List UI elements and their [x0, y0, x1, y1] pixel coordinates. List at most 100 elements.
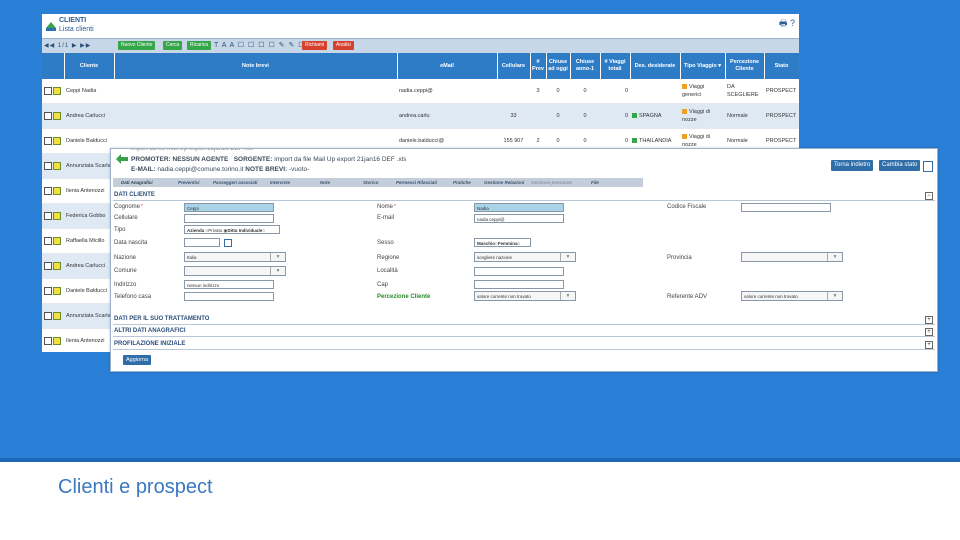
- row-actions[interactable]: [42, 203, 64, 229]
- data-nascita-field[interactable]: [184, 238, 220, 247]
- column-header[interactable]: Note brevi: [114, 53, 398, 79]
- edit-icon[interactable]: [44, 262, 52, 270]
- column-header[interactable]: eMail: [397, 53, 498, 79]
- client-name[interactable]: Andrea Carlucci: [64, 253, 114, 279]
- telefono-casa-field[interactable]: [184, 292, 274, 301]
- column-header[interactable]: # Prev: [530, 53, 547, 79]
- edit-icon[interactable]: [44, 112, 52, 120]
- provincia-select[interactable]: ▼: [741, 252, 843, 262]
- expand-icon[interactable]: +: [925, 316, 933, 324]
- section-trattamento[interactable]: DATI PER IL SUO TRATTAMENTO +: [113, 315, 935, 325]
- column-header[interactable]: Chiuse ad oggi: [546, 53, 571, 79]
- column-header[interactable]: Chiuse anno-1: [570, 53, 601, 79]
- edit-icon[interactable]: [44, 337, 52, 345]
- folder-icon[interactable]: [53, 262, 61, 270]
- client-name[interactable]: Ceppi Nadia: [64, 79, 114, 104]
- expand-icon[interactable]: +: [925, 328, 933, 336]
- column-header[interactable]: Stato: [764, 53, 799, 79]
- radio-privato[interactable]: Privato: [208, 228, 222, 233]
- new-client-button[interactable]: Nuovo Cliente: [118, 41, 156, 50]
- reload-button[interactable]: Ricarica: [187, 41, 212, 50]
- toolbar-icons[interactable]: T A A ☐ ☐ ☐ ☐ ✎ ✎ ☐: [214, 41, 306, 49]
- folder-icon[interactable]: [53, 237, 61, 245]
- section-dati-cliente[interactable]: DATI CLIENTE −: [113, 191, 935, 201]
- tab-storico[interactable]: Storico: [363, 178, 379, 187]
- edit-icon[interactable]: [44, 162, 52, 170]
- table-row[interactable]: Andrea Carlucci andrea.carlu 33 0 0 0 SP…: [42, 103, 799, 129]
- regione-select[interactable]: scegliere nazione ▼: [474, 252, 576, 262]
- row-actions[interactable]: [42, 278, 64, 304]
- client-name[interactable]: Raffaella Micillo: [64, 228, 114, 254]
- settings-icon[interactable]: [923, 161, 933, 172]
- folder-icon[interactable]: [53, 87, 61, 95]
- nome-field[interactable]: Nadia: [474, 203, 564, 212]
- row-actions[interactable]: [42, 303, 64, 329]
- client-name[interactable]: Andrea Carlucci: [64, 103, 114, 129]
- row-actions[interactable]: [42, 228, 64, 254]
- email-field[interactable]: nadia.ceppi@: [474, 214, 564, 223]
- client-name[interactable]: Daniele Balducci: [64, 278, 114, 304]
- expand-icon[interactable]: +: [925, 341, 933, 349]
- row-actions[interactable]: [42, 103, 64, 129]
- section-altri-dati[interactable]: ALTRI DATI ANAGRAFICI +: [113, 327, 935, 337]
- tab-pratiche[interactable]: Pratiche: [453, 178, 471, 187]
- radio-femmina[interactable]: Femmina: [498, 241, 518, 246]
- recalls-button[interactable]: Richiami: [302, 41, 328, 50]
- row-actions[interactable]: [42, 79, 64, 104]
- analysis-button[interactable]: Analisi: [333, 41, 354, 50]
- localita-field[interactable]: [474, 267, 564, 276]
- collapse-icon[interactable]: −: [925, 192, 933, 200]
- tab-note[interactable]: Note: [320, 178, 330, 187]
- tipo-radio-group[interactable]: Azienda ○Privato ◉Ditta Individuale○: [184, 225, 280, 234]
- client-name[interactable]: Ilenia Antenozzi: [64, 178, 114, 204]
- tab-relazioni[interactable]: Gestione Relazioni: [484, 178, 524, 187]
- tab-permessi[interactable]: Permessi Rilasciati: [396, 178, 437, 187]
- column-header[interactable]: # Viaggi totali: [600, 53, 631, 79]
- referente-select[interactable]: valore corrente non trovato ▼: [741, 291, 843, 301]
- row-actions[interactable]: [42, 128, 64, 154]
- column-header[interactable]: Cellulare: [497, 53, 531, 79]
- cap-field[interactable]: [474, 280, 564, 289]
- folder-icon[interactable]: [53, 187, 61, 195]
- search-button[interactable]: Cerca: [163, 41, 183, 50]
- sesso-radio-group[interactable]: Maschio○Femmina○: [474, 238, 531, 247]
- print-help-icons[interactable]: 🖶 ?: [779, 16, 795, 32]
- tab-preventivi[interactable]: Preventivi: [178, 178, 200, 187]
- column-header[interactable]: Percezione Cliente: [725, 53, 765, 79]
- tab-interviste[interactable]: Interviste: [270, 178, 290, 187]
- table-row[interactable]: Ceppi Nadia nadia.ceppi@ 3 0 0 0 Viaggi …: [42, 79, 799, 104]
- percezione-select[interactable]: valore corrente non trovato ▼: [474, 291, 576, 301]
- folder-icon[interactable]: [53, 312, 61, 320]
- client-name[interactable]: Daniele Balducci: [64, 128, 114, 154]
- pagination-nav[interactable]: ◀◀ 1/1 ▶ ▶▶: [44, 42, 91, 49]
- cellulare-field[interactable]: [184, 214, 274, 223]
- row-actions[interactable]: [42, 253, 64, 279]
- folder-icon[interactable]: [53, 162, 61, 170]
- column-header[interactable]: Des. desiderate: [630, 53, 681, 79]
- folder-icon[interactable]: [53, 112, 61, 120]
- cognome-field[interactable]: Ceppi: [184, 203, 274, 212]
- radio-maschio[interactable]: Maschio: [477, 241, 495, 246]
- tab-file[interactable]: File: [591, 178, 599, 187]
- tab-prenotate[interactable]: Gestione prenotate: [531, 178, 572, 187]
- change-state-button[interactable]: Cambia stato: [879, 160, 921, 171]
- edit-icon[interactable]: [44, 87, 52, 95]
- client-name[interactable]: Annunziata Scarlata: [64, 153, 114, 179]
- folder-icon[interactable]: [53, 137, 61, 145]
- update-button[interactable]: Aggiorna: [123, 355, 152, 365]
- client-name[interactable]: Federica Gobbo: [64, 203, 114, 229]
- tab-passeggeri[interactable]: Passeggeri associati: [213, 178, 258, 187]
- row-actions[interactable]: [42, 178, 64, 204]
- edit-icon[interactable]: [44, 212, 52, 220]
- tab-dati-anagrafici[interactable]: Dati Anagrafici: [121, 178, 153, 187]
- client-name[interactable]: Annunziata Scarlata: [64, 303, 114, 329]
- nazione-select[interactable]: Italia ▼: [184, 252, 286, 262]
- radio-azienda[interactable]: Azienda: [187, 228, 204, 233]
- go-back-button[interactable]: Torna indietro: [831, 160, 874, 171]
- codice-fiscale-field[interactable]: [741, 203, 831, 212]
- column-header[interactable]: Tipo Viaggio ▾: [680, 53, 726, 79]
- calendar-icon[interactable]: [224, 239, 232, 247]
- edit-icon[interactable]: [44, 137, 52, 145]
- row-actions[interactable]: [42, 153, 64, 179]
- radio-ditta[interactable]: Ditta Individuale: [227, 228, 262, 233]
